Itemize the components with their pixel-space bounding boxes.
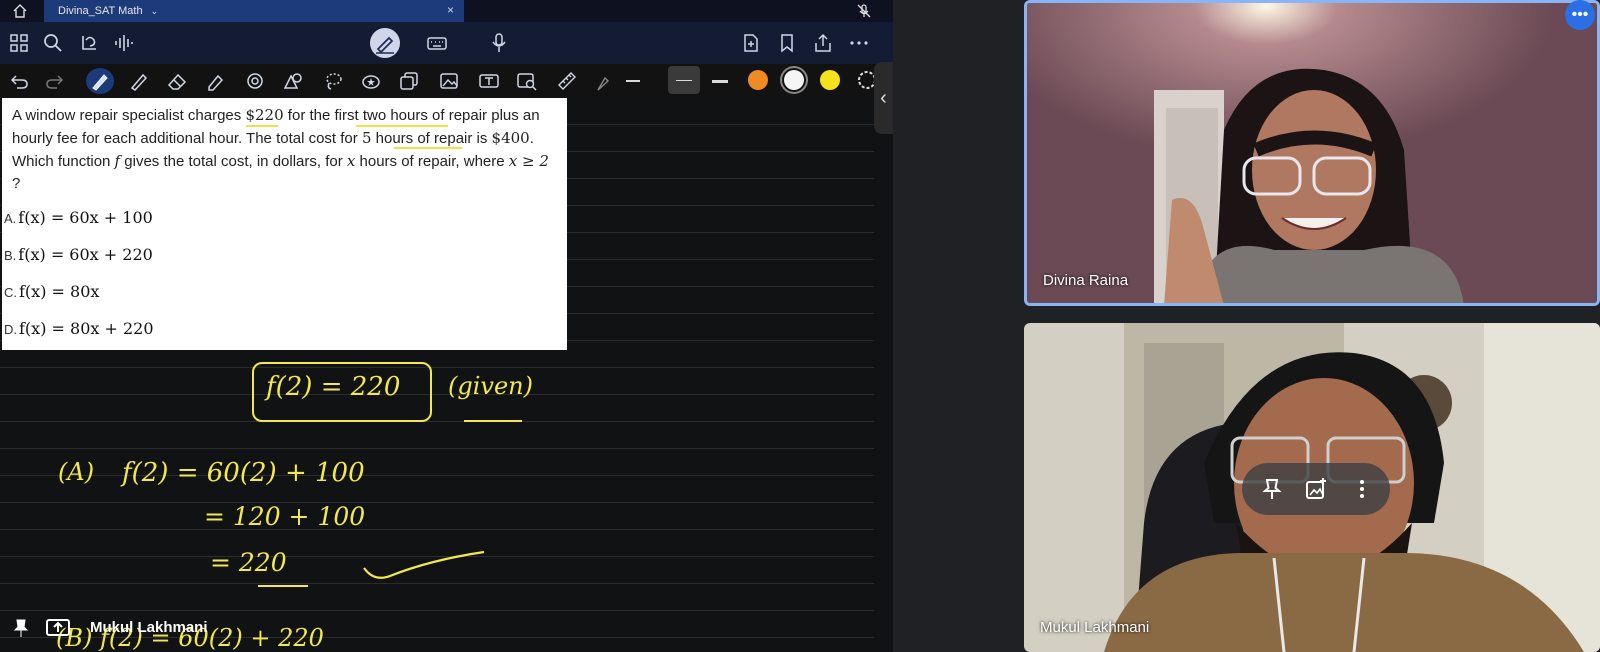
thin-line-option[interactable] xyxy=(626,80,640,82)
highlighter-icon[interactable] xyxy=(204,70,226,92)
stem-text: A window repair specialist charges xyxy=(12,107,246,124)
thick-line-option[interactable] xyxy=(712,80,728,83)
choice-b[interactable]: B. f(x) = 60x + 220 xyxy=(4,245,153,264)
shapes-icon[interactable] xyxy=(282,70,304,92)
chevron-left-icon: ‹ xyxy=(880,86,887,109)
tile-hover-controls xyxy=(1242,463,1390,515)
choice-d[interactable]: D. f(x) = 80x + 220 xyxy=(4,319,154,338)
tab-title: Divina_SAT Math xyxy=(58,5,143,17)
choice-letter: D. xyxy=(4,322,17,337)
redo-icon[interactable] xyxy=(44,70,66,92)
pin-icon[interactable] xyxy=(1260,477,1284,501)
stem-math: $400 xyxy=(491,129,530,147)
handwriting-mode-button[interactable] xyxy=(370,28,400,58)
ruler-icon[interactable] xyxy=(556,70,578,92)
participant-tile-divina[interactable]: Divina Raina xyxy=(1024,0,1600,306)
grid-icon[interactable] xyxy=(8,32,30,54)
choice-letter: A. xyxy=(4,211,17,226)
question-stem: A window repair specialist charges $220 … xyxy=(12,104,560,195)
choice-c[interactable]: C. f(x) = 80x xyxy=(4,282,99,301)
home-icon[interactable] xyxy=(12,3,28,19)
stem-math: $220 xyxy=(245,106,284,124)
screen-share-icon[interactable] xyxy=(46,618,70,638)
mic-off-icon[interactable] xyxy=(856,3,872,19)
text-box-icon[interactable] xyxy=(478,70,500,92)
more-options-icon[interactable] xyxy=(848,32,870,54)
lasso-icon[interactable] xyxy=(322,70,344,92)
presenter-tag: Mukul Lakhmani xyxy=(0,612,300,642)
stem-text: hours of repair, where xyxy=(355,153,509,170)
medium-line-option[interactable] xyxy=(676,80,692,81)
participant-name: Divina Raina xyxy=(1043,272,1129,289)
shape-tool-icon[interactable] xyxy=(244,70,266,92)
presenter-name: Mukul Lakhmani xyxy=(90,619,208,636)
stem-text: gives the total cost, in dollars, for xyxy=(120,153,347,170)
undo-icon[interactable] xyxy=(8,70,30,92)
question-card: A window repair specialist charges $220 … xyxy=(2,98,567,350)
orange-color-swatch[interactable] xyxy=(748,70,768,90)
pencil-icon[interactable] xyxy=(128,70,150,92)
more-options-button[interactable]: ••• xyxy=(1565,0,1595,30)
side-panel-handle[interactable]: ‹ xyxy=(874,62,893,134)
choice-expression: f(x) = 80x xyxy=(19,282,100,301)
add-to-frame-icon[interactable] xyxy=(1304,477,1328,501)
keyboard-icon[interactable] xyxy=(426,32,448,54)
pen-nib-icon[interactable] xyxy=(592,72,610,94)
tab-bar: Divina_SAT Math ⌄ × xyxy=(0,0,893,22)
stem-math: x ≥ 2 xyxy=(508,152,549,170)
yellow-color-swatch[interactable] xyxy=(820,70,840,90)
bookmark-icon[interactable] xyxy=(776,32,798,54)
share-icon[interactable] xyxy=(812,32,834,54)
choice-letter: C. xyxy=(4,285,17,300)
search-icon[interactable] xyxy=(42,32,64,54)
image-search-icon[interactable] xyxy=(516,70,538,92)
sticker-icon[interactable] xyxy=(360,70,382,92)
choice-expression: f(x) = 60x + 220 xyxy=(18,245,153,264)
highlight-mark xyxy=(394,147,462,149)
more-icon: ••• xyxy=(1571,6,1589,23)
add-page-icon[interactable] xyxy=(740,32,762,54)
eraser-icon[interactable] xyxy=(166,70,188,92)
highlight-mark xyxy=(356,125,448,127)
chevron-down-icon[interactable]: ⌄ xyxy=(151,6,159,17)
stem-text: ? xyxy=(12,175,21,192)
more-vertical-icon[interactable] xyxy=(1350,477,1374,501)
choice-letter: B. xyxy=(4,248,17,263)
white-color-swatch[interactable] xyxy=(784,70,804,90)
copy-icon[interactable] xyxy=(398,70,420,92)
microphone-icon[interactable] xyxy=(488,32,510,54)
close-icon[interactable]: × xyxy=(447,3,454,17)
participant-video xyxy=(1027,3,1597,303)
pin-icon[interactable] xyxy=(12,618,30,638)
choice-expression: f(x) = 60x + 100 xyxy=(18,208,153,227)
image-icon[interactable] xyxy=(438,70,460,92)
tab-divina-sat-math[interactable]: Divina_SAT Math ⌄ × xyxy=(44,0,464,22)
pen-tool-icon[interactable] xyxy=(86,68,114,94)
audio-waveform-icon[interactable] xyxy=(112,32,134,54)
choice-a[interactable]: A. f(x) = 60x + 100 xyxy=(4,208,153,227)
highlight-mark xyxy=(246,125,278,127)
stem-text: hours of repair is xyxy=(371,130,492,147)
choice-expression: f(x) = 80x + 220 xyxy=(19,319,154,338)
shared-screen: Divina_SAT Math ⌄ × ‹ A window repair sp… xyxy=(0,0,893,652)
participant-name: Mukul Lakhmani xyxy=(1040,619,1150,636)
lasso-crop-icon[interactable] xyxy=(78,32,100,54)
